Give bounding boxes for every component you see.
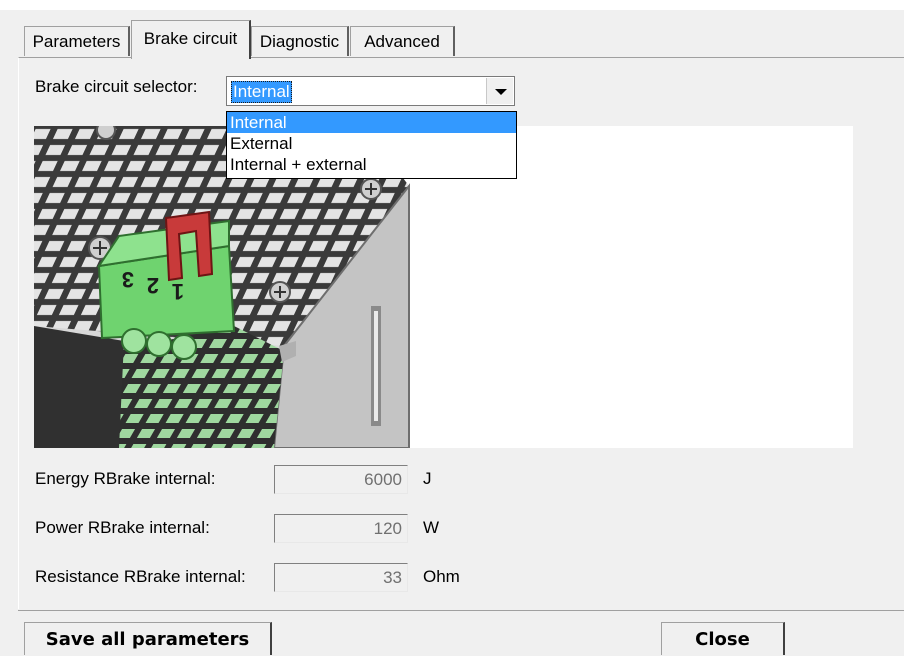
- brake-circuit-selector-label: Brake circuit selector:: [35, 77, 198, 96]
- brake-circuit-selector[interactable]: Internal: [226, 76, 515, 106]
- tab-diagnostic[interactable]: Diagnostic: [251, 26, 349, 56]
- energy-rbrake-field: 6000: [274, 465, 408, 494]
- terminal-label-1: 1: [172, 279, 184, 304]
- option-internal[interactable]: Internal: [227, 112, 516, 133]
- power-rbrake-unit: W: [423, 518, 440, 537]
- brake-circuit-selected-value: Internal: [231, 81, 292, 103]
- option-internal-external[interactable]: Internal + external: [227, 154, 516, 175]
- tab-advanced[interactable]: Advanced: [350, 26, 455, 56]
- power-rbrake-label: Power RBrake internal:: [35, 518, 210, 537]
- tab-parameters[interactable]: Parameters: [24, 26, 130, 56]
- save-all-parameters-button[interactable]: Save all parameters: [24, 622, 272, 655]
- energy-rbrake-unit: J: [423, 469, 432, 488]
- terminal-label-3: 3: [122, 267, 134, 292]
- resistance-rbrake-label: Resistance RBrake internal:: [35, 567, 246, 586]
- chevron-down-icon[interactable]: [486, 78, 513, 104]
- close-button[interactable]: Close: [661, 622, 785, 655]
- resistance-rbrake-field: 33: [274, 563, 408, 592]
- option-external[interactable]: External: [227, 133, 516, 154]
- panel-bottom-divider: [18, 610, 904, 611]
- title-strip: [0, 0, 904, 10]
- energy-rbrake-label: Energy RBrake internal:: [35, 469, 216, 488]
- terminal-label-2: 2: [147, 273, 159, 298]
- power-rbrake-field: 120: [274, 514, 408, 543]
- brake-circuit-dropdown-list: Internal External Internal + external: [226, 111, 517, 179]
- tab-brake-circuit[interactable]: Brake circuit: [131, 20, 251, 59]
- resistance-rbrake-unit: Ohm: [423, 567, 460, 586]
